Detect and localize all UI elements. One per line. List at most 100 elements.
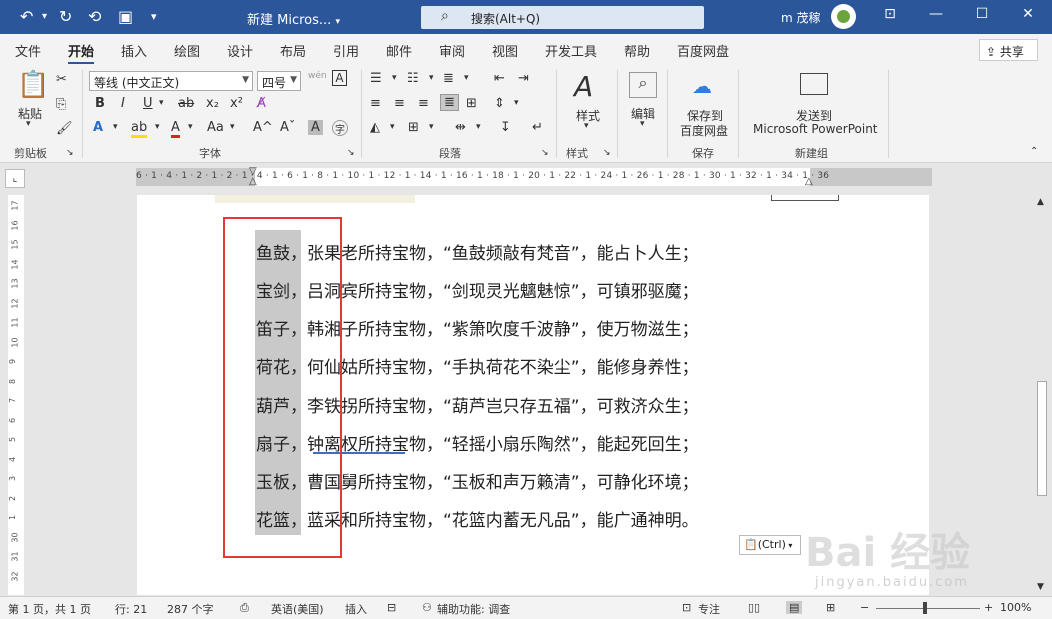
tab-file[interactable]: 文件 [15,41,41,60]
document-title[interactable]: 新建 Micros... ▾ [247,9,340,28]
zoom-slider[interactable] [876,608,980,609]
sort-icon[interactable]: ↧ [500,120,511,135]
ribbon-display-icon[interactable]: ⊡ [880,6,900,26]
tab-selector-icon[interactable]: ⌞ [5,169,25,188]
redo-icon[interactable]: ↻ [59,7,72,26]
page-count[interactable]: 第 1 页，共 1 页 [8,601,91,617]
proofing-icon[interactable]: ⎙ [240,601,249,615]
shrink-font-icon[interactable]: Aˇ [280,120,295,135]
tab-developer[interactable]: 开发工具 [545,41,597,60]
font-color-dropdown-icon[interactable]: ▾ [188,122,193,132]
align-left-icon[interactable]: ≡ [370,96,381,111]
line-number[interactable]: 行: 21 [115,601,147,617]
accessibility-icon[interactable]: ⚇ [422,601,432,614]
enclose-char-icon[interactable]: 字 [332,120,348,136]
customize-toolbar-icon[interactable]: ▾ [151,10,157,23]
format-painter-icon[interactable]: 🖌 [56,121,73,136]
change-case-icon[interactable]: Aa [207,120,224,135]
scroll-thumb[interactable] [1037,381,1047,496]
line-spacing-icon[interactable]: ⇕ [494,96,505,111]
undo-icon[interactable]: ↶ [20,7,33,26]
close-icon[interactable]: ✕ [1018,6,1038,26]
find-icon[interactable]: ⌕ [629,72,657,98]
bold-icon[interactable]: B [95,96,105,111]
tab-mailings[interactable]: 邮件 [386,41,412,60]
align-center-icon[interactable]: ≡ [394,96,405,111]
web-layout-icon[interactable]: ⊞ [826,601,835,614]
accessibility-status[interactable]: 辅助功能: 调查 [437,601,510,617]
paragraph-launcher-icon[interactable]: ↘ [541,148,549,158]
maximize-icon[interactable]: ☐ [972,6,992,26]
increase-indent-icon[interactable]: ⇥ [518,71,529,86]
baidu-netdisk-icon[interactable]: ☁ [692,74,712,98]
macro-icon[interactable]: ⊟ [387,601,396,614]
highlight-dropdown-icon[interactable]: ▾ [155,122,160,132]
line-spacing-dropdown-icon[interactable]: ▾ [514,98,519,108]
styles-dropdown-icon[interactable]: ▾ [584,121,589,131]
send-to-ppt-icon[interactable] [800,73,828,95]
char-border-icon[interactable]: A [332,70,347,86]
tab-references[interactable]: 引用 [333,41,359,60]
char-shading-icon[interactable]: A [308,120,323,135]
hanging-indent-icon[interactable]: △ [249,176,257,187]
highlight-icon[interactable]: ab [131,120,148,138]
undo-dropdown-icon[interactable]: ▾ [42,11,47,22]
zoom-level[interactable]: 100% [1000,601,1031,614]
decrease-indent-icon[interactable]: ⇤ [494,71,505,86]
justify-icon[interactable]: ≣ [440,94,459,111]
bullets-icon[interactable]: ☰ [370,71,382,86]
paste-dropdown-icon[interactable]: ▾ [26,119,31,129]
font-size-select[interactable]: 四号 ▼ [257,71,301,91]
show-marks-icon[interactable]: ↵ [532,120,543,135]
clipboard-launcher-icon[interactable]: ↘ [66,148,74,158]
edit-dropdown-icon[interactable]: ▾ [640,119,645,129]
paste-options-button[interactable]: 📋(Ctrl) ▾ [739,535,801,555]
copy-icon[interactable]: ⎘ [56,97,66,112]
tab-layout[interactable]: 布局 [280,41,306,60]
share-button[interactable]: ⇪ 共享 [979,39,1038,61]
minimize-icon[interactable]: — [926,6,946,26]
scroll-down-icon[interactable]: ▼ [1037,582,1044,592]
phonetic-guide-icon[interactable]: wén [308,71,327,81]
focus-icon[interactable]: ⊡ [682,601,691,614]
align-right-icon[interactable]: ≡ [418,96,429,111]
scroll-up-icon[interactable]: ▲ [1037,197,1044,207]
borders-dropdown-icon[interactable]: ▾ [429,122,434,132]
text-effects-dropdown-icon[interactable]: ▾ [113,122,118,132]
grow-font-icon[interactable]: A^ [253,120,273,135]
cut-icon[interactable]: ✂ [56,72,67,87]
styles-icon[interactable]: A [574,70,593,103]
horizontal-ruler[interactable]: 6 · 1 · 4 · 1 · 2 · 1 · 2 · 1 · 4 · 1 · … [136,166,932,187]
font-name-select[interactable]: 等线 (中文正文) ▼ [89,71,253,91]
underline-icon[interactable]: U [143,96,153,111]
save-baidu-line2[interactable]: 百度网盘 [680,122,728,139]
italic-icon[interactable]: I [121,96,125,111]
zoom-out-icon[interactable]: − [860,601,869,614]
send-line2[interactable]: Microsoft PowerPoint [753,122,878,136]
save-icon[interactable]: ▣ [118,7,133,26]
numbering-dropdown-icon[interactable]: ▾ [429,73,434,83]
font-color-icon[interactable]: A [171,120,180,138]
tab-baidu-netdisk[interactable]: 百度网盘 [677,41,729,60]
subscript-icon[interactable]: x₂ [206,96,219,111]
repeat-icon[interactable]: ⟲ [88,7,101,26]
superscript-icon[interactable]: x² [230,96,243,111]
chinese-layout-icon[interactable]: ⇹ [455,120,466,135]
word-count[interactable]: 287 个字 [167,601,214,617]
tab-insert[interactable]: 插入 [121,41,147,60]
search-box[interactable]: ⌕ 搜索(Alt+Q) [421,6,704,29]
shading-dropdown-icon[interactable]: ▾ [390,122,395,132]
print-layout-icon[interactable]: ▤ [786,601,803,614]
tab-view[interactable]: 视图 [492,41,518,60]
paste-icon[interactable]: 📋 [17,70,49,100]
collapse-ribbon-icon[interactable]: ⌃ [1030,146,1038,157]
shading-icon[interactable]: ◭ [370,120,380,135]
avatar[interactable] [831,4,856,29]
clear-format-icon[interactable]: A̸ [257,96,266,111]
styles-launcher-icon[interactable]: ↘ [603,148,611,158]
tab-review[interactable]: 审阅 [439,41,465,60]
right-indent-icon[interactable]: △ [805,176,813,187]
tab-home[interactable]: 开始 [68,41,95,64]
change-case-dropdown-icon[interactable]: ▾ [230,122,235,132]
font-launcher-icon[interactable]: ↘ [347,148,355,158]
